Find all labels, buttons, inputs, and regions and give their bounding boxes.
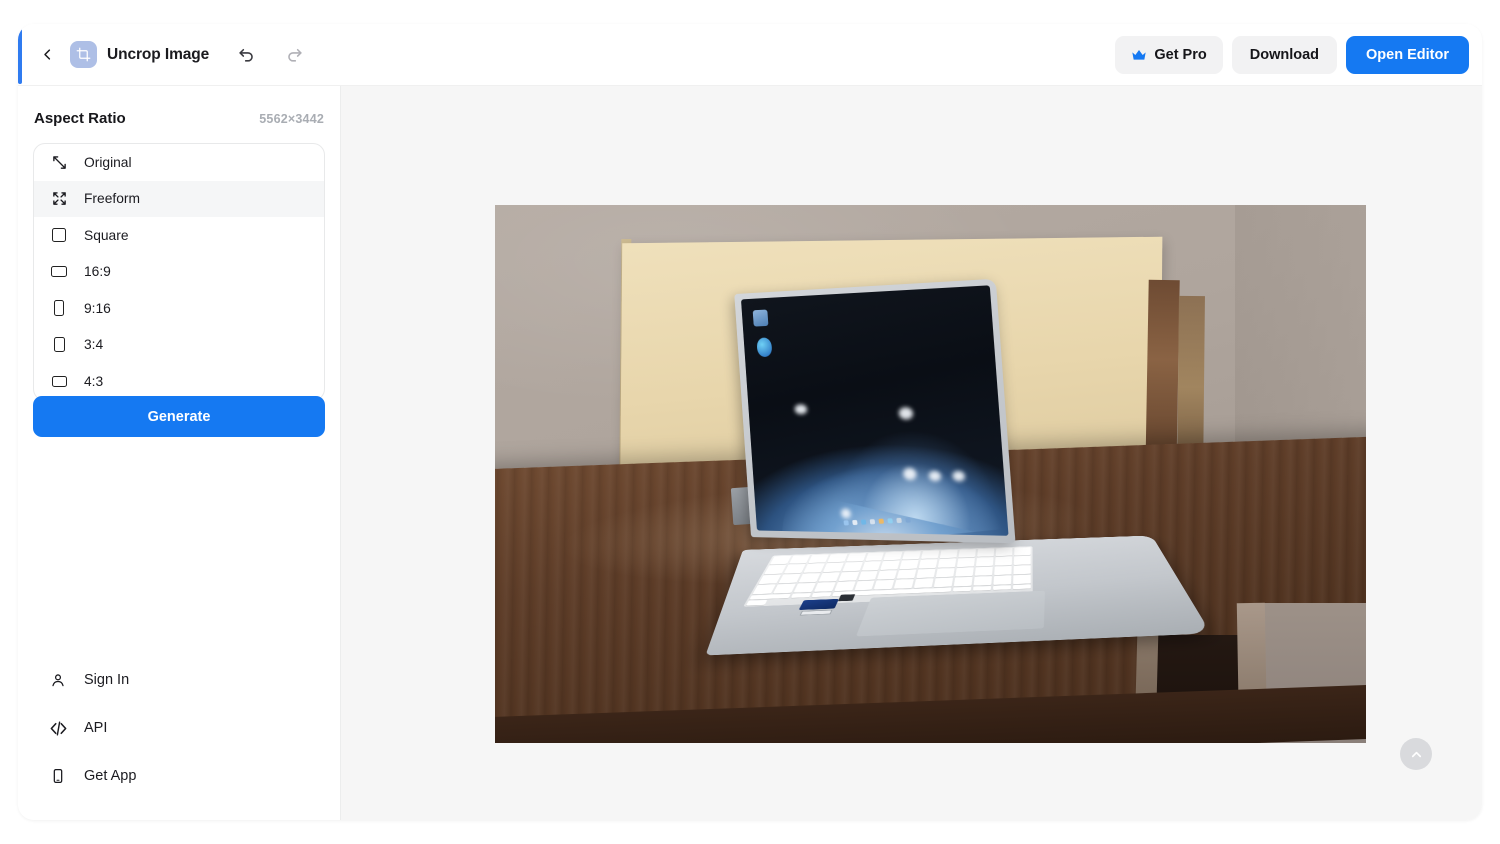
page-title: Uncrop Image bbox=[107, 45, 210, 63]
chevron-up-icon bbox=[1411, 751, 1421, 757]
photo-screen-glare bbox=[951, 470, 965, 482]
get-pro-label: Get Pro bbox=[1154, 46, 1207, 63]
ratio-label: 4:3 bbox=[84, 373, 104, 389]
app-header: Uncrop Image Get Pro Download Open Edito… bbox=[18, 24, 1482, 86]
redo-icon bbox=[287, 48, 302, 62]
aspect-ratio-title: Aspect Ratio bbox=[34, 110, 126, 127]
ratio-label: Original bbox=[84, 154, 132, 170]
landscape-rect-icon bbox=[50, 372, 68, 390]
square-icon bbox=[50, 226, 68, 244]
scroll-to-top-button[interactable] bbox=[1400, 738, 1432, 770]
photo-laptop bbox=[705, 278, 1212, 695]
ratio-option-square[interactable]: Square bbox=[34, 217, 324, 254]
diagonal-resize-icon bbox=[50, 153, 68, 171]
ratio-option-16-9[interactable]: 16:9 bbox=[34, 254, 324, 291]
ratio-option-3-4[interactable]: 3:4 bbox=[34, 327, 324, 364]
uncrop-photo bbox=[495, 205, 1366, 743]
photo-desktop-icon-recycle-bin bbox=[752, 309, 768, 327]
photo-laptop-trackpad bbox=[855, 590, 1046, 637]
landscape-rect-icon bbox=[50, 263, 68, 281]
ratio-label: Square bbox=[84, 227, 129, 243]
undo-icon bbox=[239, 48, 253, 62]
photo-desktop-icon-edge bbox=[755, 337, 773, 357]
photo-laptop-sticker-white bbox=[799, 609, 834, 616]
history-buttons bbox=[235, 44, 305, 66]
sidebar-item-sign-in[interactable]: Sign In bbox=[18, 656, 340, 704]
back-button[interactable] bbox=[32, 40, 62, 70]
sidebar: Aspect Ratio 5562×3442 Original Freeform… bbox=[18, 86, 341, 820]
photo-screen-glare bbox=[928, 470, 941, 482]
photo-laptop-screen bbox=[740, 285, 1008, 536]
photo-laptop-sticker-intel bbox=[798, 599, 839, 611]
photo-screen-glare bbox=[898, 406, 914, 420]
generate-button[interactable]: Generate bbox=[33, 396, 325, 437]
aspect-ratio-list: Original Freeform Square 16:9 9:16 3:4 4… bbox=[33, 143, 325, 401]
photo-screen-glare bbox=[794, 404, 808, 414]
portrait-rect-icon bbox=[50, 299, 68, 317]
image-preview[interactable] bbox=[495, 205, 1366, 743]
photo-laptop-base bbox=[705, 535, 1212, 656]
photo-laptop-lid bbox=[733, 278, 1016, 543]
get-pro-button[interactable]: Get Pro bbox=[1115, 35, 1223, 74]
chevron-left-icon bbox=[43, 49, 50, 60]
sidebar-link-label: API bbox=[84, 720, 108, 736]
user-icon bbox=[48, 670, 68, 690]
ratio-option-original[interactable]: Original bbox=[34, 144, 324, 181]
expand-arrows-icon bbox=[50, 190, 68, 208]
ratio-label: Freeform bbox=[84, 191, 140, 207]
header-actions: Get Pro Download Open Editor bbox=[1115, 35, 1482, 74]
image-dimensions: 5562×3442 bbox=[259, 112, 324, 126]
crop-icon bbox=[70, 41, 97, 68]
sidebar-footer-links: Sign In API Get App bbox=[18, 656, 340, 800]
ratio-label: 9:16 bbox=[84, 300, 111, 316]
sidebar-link-label: Get App bbox=[84, 768, 137, 784]
editor-canvas bbox=[341, 86, 1482, 820]
app-window: Uncrop Image Get Pro Download Open Edito… bbox=[18, 24, 1482, 820]
ratio-option-4-3[interactable]: 4:3 bbox=[34, 363, 324, 400]
open-editor-button[interactable]: Open Editor bbox=[1346, 35, 1469, 74]
window-accent-bar bbox=[18, 28, 22, 84]
sidebar-item-get-app[interactable]: Get App bbox=[18, 752, 340, 800]
undo-button[interactable] bbox=[235, 44, 257, 66]
download-button[interactable]: Download bbox=[1231, 35, 1338, 74]
code-icon bbox=[48, 718, 68, 738]
ratio-option-freeform[interactable]: Freeform bbox=[34, 180, 324, 217]
photo-screen-glare bbox=[902, 467, 917, 480]
aspect-ratio-header: Aspect Ratio 5562×3442 bbox=[18, 86, 340, 127]
crop-glyph-icon bbox=[76, 47, 91, 62]
sidebar-item-api[interactable]: API bbox=[18, 704, 340, 752]
ratio-label: 3:4 bbox=[84, 337, 104, 353]
sidebar-link-label: Sign In bbox=[84, 672, 130, 688]
ratio-option-9-16[interactable]: 9:16 bbox=[34, 290, 324, 327]
ratio-label: 16:9 bbox=[84, 264, 111, 280]
crown-icon bbox=[1132, 49, 1147, 60]
redo-button[interactable] bbox=[283, 44, 305, 66]
mobile-phone-icon bbox=[48, 766, 68, 786]
portrait-rect-icon bbox=[50, 336, 68, 354]
